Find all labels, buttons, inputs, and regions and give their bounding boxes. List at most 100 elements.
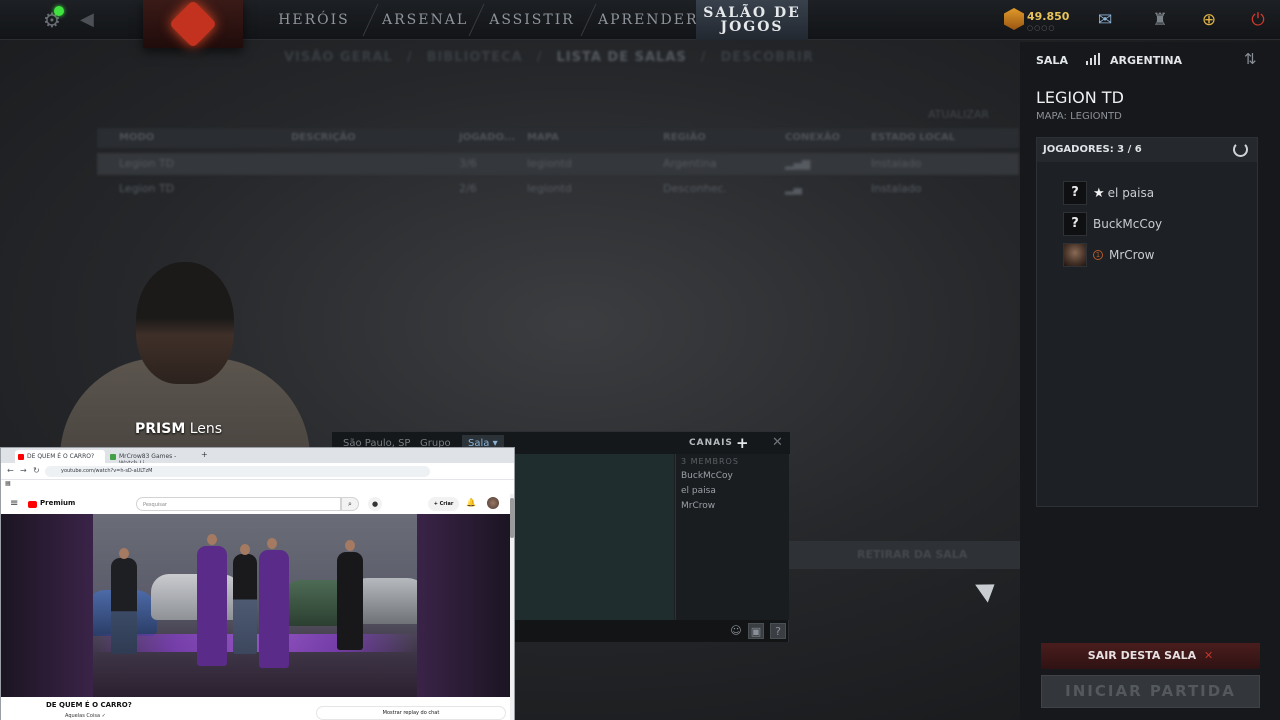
person-4-head	[267, 538, 277, 549]
connection-signal-icon: ▂▄▆	[785, 157, 811, 170]
add-channel-icon[interactable]: +	[736, 434, 749, 452]
leave-close-icon: ✕	[1203, 649, 1214, 662]
hamburger-menu-icon[interactable]: ≡	[10, 498, 18, 509]
player-row[interactable]: ? BuckMcCoy	[1063, 211, 1162, 237]
person-2-head	[207, 534, 217, 545]
top-navigation: ⚙ ◀ HERÓIS ARSENAL ASSISTIR APRENDER SAL…	[0, 0, 1280, 49]
host-star-icon: ★	[1093, 185, 1105, 201]
power-icon[interactable]: ⏻	[1246, 8, 1270, 32]
member-item[interactable]: BuckMcCoy	[681, 471, 733, 481]
browser-toolbar: ← → ↻ youtube.com/watch?v=h-sD-aULTzM	[1, 463, 514, 480]
help-icon[interactable]: ?	[770, 623, 786, 639]
chat-icon[interactable]: ✉	[1093, 8, 1117, 32]
browser-tab-youtube[interactable]: DE QUEM É O CARRO?	[15, 450, 105, 463]
channels-label: CANAIS	[689, 438, 733, 448]
lobby-players: 2/6	[459, 182, 477, 195]
tab-arcade-line2: JOGOS	[720, 19, 784, 35]
browser-forward-icon[interactable]: →	[20, 466, 27, 475]
lobby-map: MAPA: LEGIONTD	[1036, 111, 1122, 122]
create-button[interactable]: + Criar	[428, 497, 459, 511]
signal-strength-icon	[1086, 53, 1102, 65]
member-item[interactable]: MrCrow	[681, 501, 715, 511]
refresh-button[interactable]: ATUALIZAR	[928, 108, 989, 121]
col-local-state[interactable]: ESTADO LOCAL	[871, 128, 1017, 148]
start-game-button[interactable]: INICIAR PARTIDA	[1041, 675, 1260, 708]
players-header: JOGADORES: 3 / 6	[1037, 138, 1257, 162]
address-bar[interactable]: youtube.com/watch?v=h-sD-aULTzM	[45, 466, 430, 477]
subnav-separator: /	[536, 50, 543, 65]
youtube-logo-icon[interactable]	[28, 501, 37, 508]
close-chat-icon[interactable]: ✕	[772, 435, 783, 450]
col-mode[interactable]: MODO	[97, 128, 291, 148]
tab-watch[interactable]: ASSISTIR	[488, 0, 576, 40]
lobby-row[interactable]: Legion TD 2/6 legiontd Desconhec. ▂▄ Ins…	[97, 178, 1019, 200]
col-region[interactable]: REGIÃO	[663, 128, 785, 148]
browser-scrollbar[interactable]	[510, 494, 514, 720]
subnav-discover[interactable]: DESCOBRIR	[721, 50, 814, 65]
breadcrumb: VISÃO GERAL / BIBLIOTECA / LISTA DE SALA…	[284, 50, 814, 65]
streamer-head	[136, 262, 234, 384]
player-name: BuckMcCoy	[1093, 217, 1163, 231]
lobby-players: 3/6	[459, 157, 477, 170]
rank-badge-icon: 1	[1093, 250, 1103, 260]
lobby-map: legiontd	[527, 157, 572, 170]
tab-arcade[interactable]: SALÃO DE JOGOS	[696, 0, 808, 40]
video-player[interactable]	[1, 514, 510, 697]
video-title: DE QUEM É O CARRO?	[46, 701, 132, 709]
tab-favicon-icon	[110, 454, 116, 460]
leave-lobby-button[interactable]: SAIR DESTA SALA ✕	[1041, 643, 1260, 669]
col-map[interactable]: MAPA	[527, 128, 663, 148]
person-2	[197, 546, 227, 666]
col-players[interactable]: JOGADO...	[459, 128, 527, 148]
gold-shards: ○○○○	[1027, 24, 1056, 32]
player-row[interactable]: ? ★ el paisa	[1063, 180, 1154, 206]
lobby-row[interactable]: Legion TD 3/6 legiontd Argentina ▂▄▆ Ins…	[97, 153, 1019, 175]
youtube-favicon-icon	[18, 454, 24, 460]
webcam-overlay: PRISM Lens	[60, 240, 320, 458]
armory-icon[interactable]: ♜	[1148, 8, 1172, 32]
channel-name[interactable]: Aquelas Coisa ✓	[65, 713, 106, 719]
chat-members: 3 MEMBROS BuckMcCoy el paisa MrCrow	[675, 454, 789, 620]
browser-back-icon[interactable]: ←	[7, 466, 14, 475]
swap-arrows-icon[interactable]: ⇅	[1244, 50, 1257, 68]
microphone-icon[interactable]: ●	[368, 497, 382, 511]
browser-tab-2[interactable]: MrCrow83 Games - Watch Li...	[107, 450, 195, 467]
tab-learn[interactable]: APRENDER	[598, 0, 697, 40]
lobby-region[interactable]: ARGENTINA	[1110, 54, 1182, 67]
tab-heroes[interactable]: HERÓIS	[272, 0, 356, 40]
col-description[interactable]: DESCRIÇÃO	[291, 128, 459, 148]
dota-logo[interactable]	[143, 0, 243, 49]
player-row[interactable]: 1 MrCrow	[1063, 242, 1155, 268]
nav-separator	[468, 4, 485, 36]
player-name: el paisa	[1107, 186, 1155, 200]
show-chat-replay-button[interactable]: Mostrar replay do chat	[316, 706, 506, 720]
browser-reload-icon[interactable]: ↻	[33, 466, 40, 475]
image-icon[interactable]: ▣	[748, 623, 764, 639]
subnav-library[interactable]: BIBLIOTECA	[427, 50, 523, 65]
back-arrow-icon[interactable]: ◀	[80, 9, 98, 31]
mouse-cursor-icon	[975, 575, 1001, 603]
person-5	[337, 552, 363, 650]
gold-icon	[1004, 8, 1024, 30]
lobby-mode: Legion TD	[119, 157, 175, 170]
lobby-list-header: MODO DESCRIÇÃO JOGADO... MAPA REGIÃO CON…	[97, 128, 1019, 148]
kick-from-lobby-button[interactable]: RETIRAR DA SALA	[789, 541, 1020, 569]
new-tab-icon[interactable]: +	[201, 450, 208, 459]
youtube-premium-logo[interactable]: Premium	[40, 499, 75, 507]
lobby-region: Desconhec.	[663, 182, 728, 195]
user-avatar[interactable]	[487, 497, 499, 509]
subnav-lobby-list[interactable]: LISTA DE SALAS	[557, 50, 687, 65]
member-item[interactable]: el paisa	[681, 486, 716, 496]
notifications-bell-icon[interactable]: 🔔	[466, 498, 476, 507]
player-avatar	[1063, 243, 1087, 267]
plus-icon[interactable]: ⊕	[1197, 8, 1221, 32]
tab-arsenal[interactable]: ARSENAL	[382, 0, 466, 40]
nav-separator	[580, 4, 597, 36]
youtube-search-input[interactable]: Pesquisar	[136, 497, 341, 511]
subnav-overview[interactable]: VISÃO GERAL	[284, 50, 393, 65]
leave-lobby-label: SAIR DESTA SALA	[1087, 649, 1197, 662]
player-avatar: ?	[1063, 181, 1087, 205]
search-icon[interactable]: ⌕	[341, 497, 359, 511]
col-connection[interactable]: CONEXÃO	[785, 128, 871, 148]
emoji-icon[interactable]: ☺	[728, 623, 744, 639]
